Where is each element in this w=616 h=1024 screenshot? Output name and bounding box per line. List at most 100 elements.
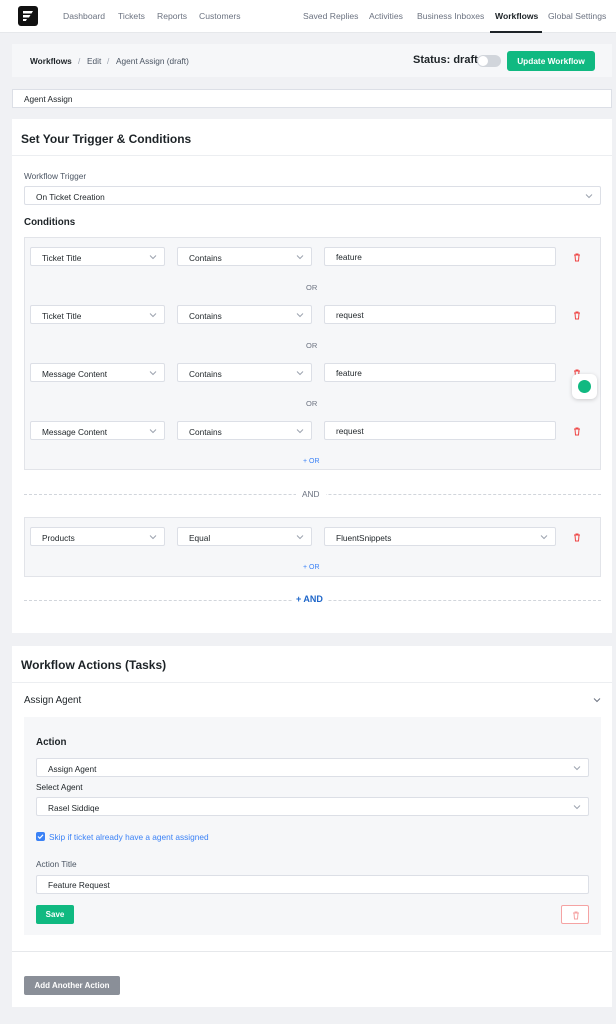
chevron-down-icon [296, 313, 304, 318]
select-value: Contains [189, 311, 222, 321]
action-label: Action [36, 737, 67, 748]
condition-value-input[interactable] [324, 421, 556, 440]
bot-icon [578, 380, 591, 393]
chevron-down-icon [296, 371, 304, 376]
condition-field-select[interactable]: Ticket Title [30, 247, 165, 266]
chat-widget[interactable] [572, 374, 597, 399]
select-value: Rasel Siddiqe [48, 803, 100, 813]
select-value: Contains [189, 369, 222, 379]
trigger-section-title: Set Your Trigger & Conditions [21, 132, 192, 146]
status-toggle[interactable] [477, 55, 501, 67]
condition-field-select[interactable]: Products [30, 527, 165, 546]
select-value: FluentSnippets [336, 533, 392, 543]
action-type-select[interactable]: Assign Agent [36, 758, 589, 777]
select-value: Products [42, 533, 75, 543]
condition-value-select[interactable]: FluentSnippets [324, 527, 556, 546]
chevron-down-icon [149, 313, 157, 318]
nav-customers[interactable]: Customers [199, 11, 241, 21]
action-header[interactable]: Assign Agent [24, 695, 81, 706]
workflow-trigger-label: Workflow Trigger [24, 171, 87, 181]
or-separator: OR [306, 341, 318, 350]
chevron-down-icon [585, 194, 593, 199]
nav-saved-replies[interactable]: Saved Replies [303, 11, 358, 21]
breadcrumb-edit[interactable]: Edit [87, 56, 101, 66]
nav-global-settings[interactable]: Global Settings [548, 11, 606, 21]
condition-operator-select[interactable]: Contains [177, 363, 312, 382]
trash-icon[interactable] [572, 426, 582, 436]
divider [12, 155, 612, 156]
actions-section-title: Workflow Actions (Tasks) [21, 658, 167, 672]
save-button[interactable]: Save [36, 905, 74, 924]
toggle-knob [478, 56, 488, 66]
action-body [24, 717, 601, 935]
logo-icon [23, 11, 33, 21]
status-label: Status: draft [413, 54, 478, 66]
skip-assigned-checkbox[interactable] [36, 832, 45, 841]
select-value: Equal [189, 533, 211, 543]
chevron-down-icon [296, 535, 304, 540]
app-logo[interactable] [18, 6, 38, 26]
chevron-down-icon [540, 535, 548, 540]
select-value: Contains [189, 253, 222, 263]
active-nav-indicator [490, 31, 542, 33]
chevron-down-icon [573, 766, 581, 771]
action-title-label: Action Title [36, 859, 77, 869]
nav-business-inboxes[interactable]: Business Inboxes [417, 11, 484, 21]
chevron-down-icon [149, 255, 157, 260]
nav-workflows[interactable]: Workflows [495, 11, 538, 21]
select-value: Ticket Title [42, 311, 82, 321]
condition-value-input[interactable] [324, 363, 556, 382]
select-agent-label: Select Agent [36, 782, 83, 792]
breadcrumb-workflows[interactable]: Workflows [30, 56, 72, 66]
skip-assigned-label[interactable]: Skip if ticket already have a agent assi… [49, 832, 209, 842]
chevron-down-icon[interactable] [592, 695, 602, 705]
select-value: Message Content [42, 427, 108, 437]
condition-operator-select[interactable]: Contains [177, 305, 312, 324]
select-value: Assign Agent [48, 764, 97, 774]
nav-dashboard[interactable]: Dashboard [63, 11, 105, 21]
update-workflow-button[interactable]: Update Workflow [507, 51, 595, 71]
trash-icon[interactable] [572, 252, 582, 262]
select-value: Ticket Title [42, 253, 82, 263]
condition-field-select[interactable]: Message Content [30, 421, 165, 440]
nav-reports[interactable]: Reports [157, 11, 187, 21]
trash-icon[interactable] [572, 532, 582, 542]
chevron-down-icon [149, 371, 157, 376]
chevron-down-icon [149, 535, 157, 540]
trash-icon[interactable] [572, 310, 582, 320]
chevron-down-icon [149, 429, 157, 434]
add-or-button[interactable]: + OR [303, 564, 320, 571]
nav-tickets[interactable]: Tickets [118, 11, 145, 21]
breadcrumb-separator: / [78, 56, 81, 66]
condition-field-select[interactable]: Ticket Title [30, 305, 165, 324]
add-and-button[interactable]: + AND [292, 594, 327, 604]
and-separator: AND [296, 489, 326, 499]
condition-field-select[interactable]: Message Content [30, 363, 165, 382]
condition-operator-select[interactable]: Equal [177, 527, 312, 546]
breadcrumb-separator: / [107, 56, 110, 66]
chevron-down-icon [296, 429, 304, 434]
select-value: On Ticket Creation [36, 192, 105, 202]
conditions-label: Conditions [24, 217, 76, 228]
trash-icon [573, 911, 579, 920]
or-separator: OR [306, 283, 318, 292]
delete-action-button[interactable] [561, 905, 589, 924]
chevron-down-icon [296, 255, 304, 260]
condition-operator-select[interactable]: Contains [177, 421, 312, 440]
workflow-title-input[interactable] [12, 89, 612, 108]
nav-activities[interactable]: Activities [369, 11, 403, 21]
condition-value-input[interactable] [324, 247, 556, 266]
check-icon [37, 834, 44, 840]
agent-select[interactable]: Rasel Siddiqe [36, 797, 589, 816]
chevron-down-icon [573, 805, 581, 810]
condition-operator-select[interactable]: Contains [177, 247, 312, 266]
condition-value-input[interactable] [324, 305, 556, 324]
select-value: Contains [189, 427, 222, 437]
action-title-input[interactable] [36, 875, 589, 894]
divider [12, 682, 612, 683]
add-another-action-button[interactable]: Add Another Action [24, 976, 120, 995]
breadcrumb-current: Agent Assign (draft) [116, 56, 189, 66]
add-or-button[interactable]: + OR [303, 458, 320, 465]
top-navigation: Dashboard Tickets Reports Customers Save… [0, 0, 616, 33]
workflow-trigger-select[interactable]: On Ticket Creation [24, 186, 601, 205]
